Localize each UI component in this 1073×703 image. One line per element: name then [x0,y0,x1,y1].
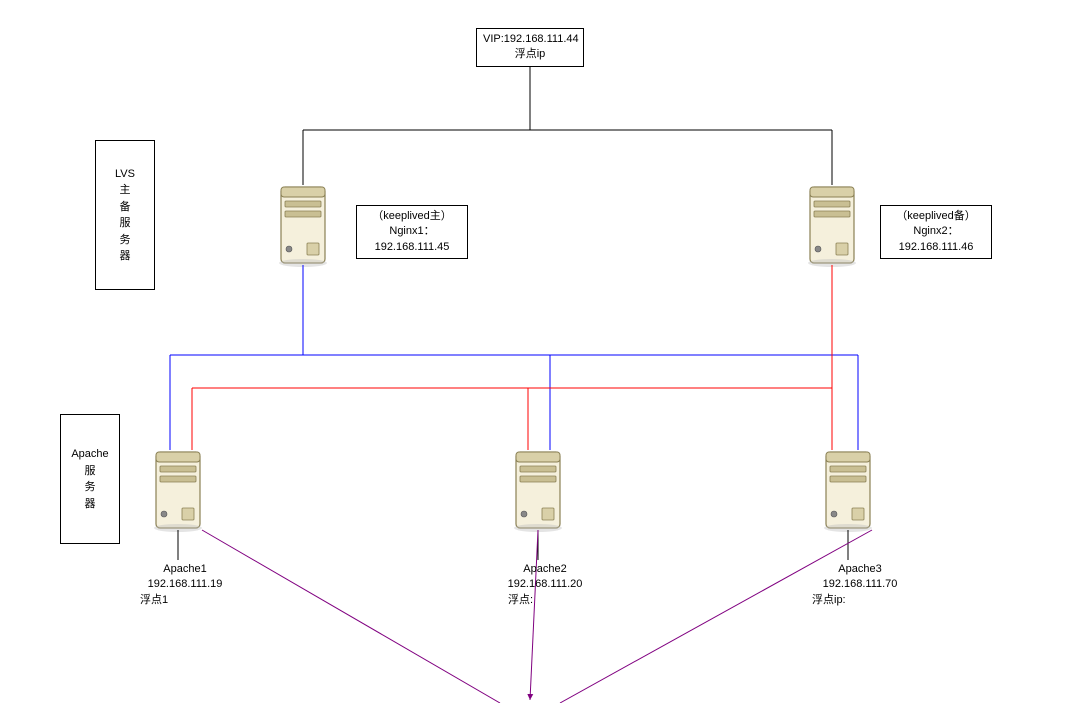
apache3-ip: 192.168.111.70 [800,577,920,592]
nginx1-box: （keeplived主） Nginx1： 192.168.111.45 [356,205,468,259]
lvs-l5: 务 [120,232,131,249]
lvs-group-box: LVS 主 备 服 务 器 [95,140,155,290]
server-tower-icon [824,452,872,532]
apache2-label: Apache2 192.168.111.20 浮点: [490,562,600,608]
apache3-label: Apache3 192.168.111.70 浮点ip: [800,562,920,608]
apache-box-l4: 器 [85,496,96,513]
apache-group-box: Apache 服 务 器 [60,414,120,544]
lvs-l3: 备 [120,199,131,216]
apache-box-l2: 服 [85,463,96,480]
nginx2-line3: 192.168.111.46 [887,240,985,255]
server-tower-icon [279,187,327,267]
vip-line1: VIP:192.168.111.44 [483,32,577,47]
nginx2-line2: Nginx2： [887,224,985,239]
nginx2-box: （keeplived备） Nginx2： 192.168.111.46 [880,205,992,259]
nginx1-line2: Nginx1： [363,224,461,239]
apache2-float: 浮点: [490,593,600,608]
apache1-ip: 192.168.111.19 [130,577,240,592]
server-tower-icon [514,452,562,532]
apache3-float: 浮点ip: [800,593,920,608]
lvs-l2: 主 [120,182,131,199]
vip-line2: 浮点ip [483,47,577,62]
apache3-name: Apache3 [800,562,920,577]
apache1-label: Apache1 192.168.111.19 浮点1 [130,562,240,608]
nginx2-line1: （keeplived备） [887,209,985,224]
lvs-l6: 器 [120,248,131,265]
apache2-ip: 192.168.111.20 [490,577,600,592]
apache1-float: 浮点1 [130,593,240,608]
server-tower-icon [154,452,202,532]
nginx1-line1: （keeplived主） [363,209,461,224]
lvs-l4: 服 [120,215,131,232]
apache-box-l1: Apache [71,446,108,463]
nginx1-line3: 192.168.111.45 [363,240,461,255]
apache1-name: Apache1 [130,562,240,577]
server-tower-icon [808,187,856,267]
lvs-l1: LVS [115,166,135,183]
apache-box-l3: 务 [85,479,96,496]
vip-box: VIP:192.168.111.44 浮点ip [476,28,584,67]
apache2-name: Apache2 [490,562,600,577]
